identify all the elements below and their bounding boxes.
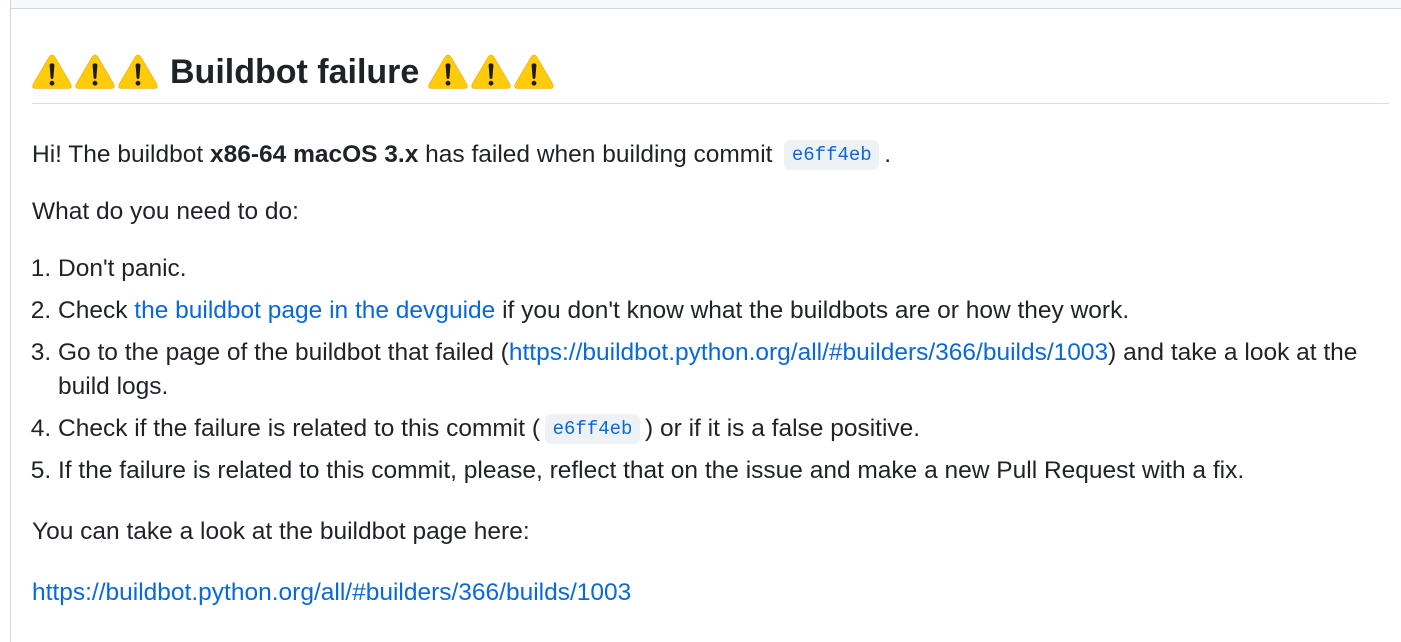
- commit-sha[interactable]: e6ff4eb: [545, 414, 641, 444]
- commit-link[interactable]: e6ff4eb: [540, 414, 645, 444]
- warning-icon: [75, 54, 115, 90]
- step-text-before: Check: [58, 297, 135, 324]
- intro-middle: has failed when building commit: [418, 141, 780, 168]
- warning-icon: [32, 54, 72, 90]
- intro-suffix: .: [884, 141, 892, 168]
- footer-build-link[interactable]: https://buildbot.python.org/all/#builder…: [32, 579, 631, 606]
- heading-title: Buildbot failure: [170, 53, 420, 91]
- commit-link[interactable]: e6ff4eb: [779, 140, 884, 170]
- trailing-warning-icons: [428, 54, 554, 90]
- devguide-link[interactable]: the buildbot page in the devguide: [134, 297, 495, 324]
- step-item: Check if the failure is related to this …: [58, 412, 1389, 446]
- leading-warning-icons: [32, 54, 158, 90]
- build-url-link[interactable]: https://buildbot.python.org/all/#builder…: [509, 339, 1108, 366]
- footer-link-paragraph: https://buildbot.python.org/all/#builder…: [32, 576, 1389, 610]
- comment-body: Buildbot failure Hi! The buildbot x86-64…: [11, 9, 1401, 610]
- step-text-after: if you don't know what the buildbots are…: [495, 297, 1130, 324]
- warning-icon: [514, 54, 554, 90]
- intro-paragraph: Hi! The buildbot x86-64 macOS 3.x has fa…: [32, 138, 1389, 172]
- step-text-before: Go to the page of the buildbot that fail…: [58, 339, 509, 366]
- commit-sha[interactable]: e6ff4eb: [784, 140, 880, 170]
- step-item: If the failure is related to this commit…: [58, 454, 1389, 488]
- warning-icon: [471, 54, 511, 90]
- step-item: Don't panic.: [58, 252, 1389, 286]
- step-text-after: ) or if it is a false positive.: [645, 415, 921, 442]
- step-text-before: Check if the failure is related to this …: [58, 415, 541, 442]
- comment-header-strip: [11, 0, 1401, 9]
- comment-heading: Buildbot failure: [32, 51, 1389, 104]
- comment-box: Buildbot failure Hi! The buildbot x86-64…: [10, 0, 1401, 642]
- step-text: Don't panic.: [58, 255, 187, 282]
- warning-icon: [118, 54, 158, 90]
- builder-name: x86-64 macOS 3.x: [209, 141, 419, 168]
- step-item: Go to the page of the buildbot that fail…: [58, 336, 1389, 404]
- step-item: Check the buildbot page in the devguide …: [58, 294, 1389, 328]
- todo-heading: What do you need to do:: [32, 198, 299, 225]
- step-text: If the failure is related to this commit…: [58, 457, 1245, 484]
- footer-text: You can take a look at the buildbot page…: [32, 518, 530, 545]
- warning-icon: [428, 54, 468, 90]
- steps-list: Don't panic. Check the buildbot page in …: [32, 252, 1389, 488]
- intro-prefix: Hi! The buildbot: [32, 141, 210, 168]
